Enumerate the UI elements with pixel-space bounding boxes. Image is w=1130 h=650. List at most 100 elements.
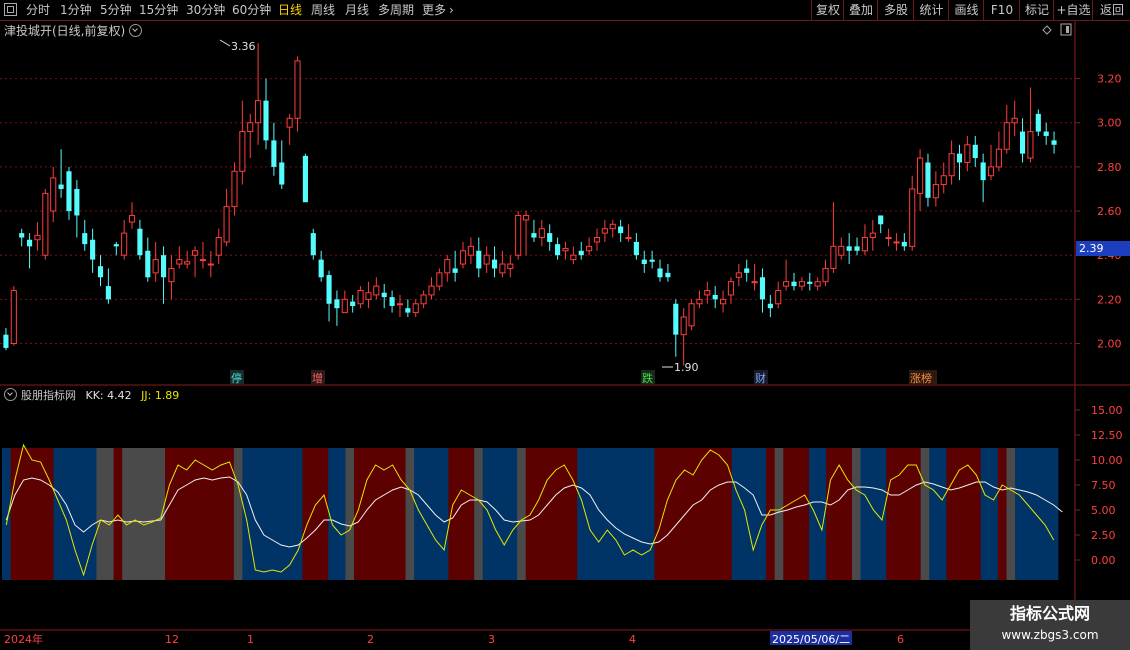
indicator-band: [637, 448, 647, 580]
candle: [712, 286, 718, 309]
indicator-band: [1032, 448, 1042, 580]
indicator-band: [19, 448, 29, 580]
candle: [814, 277, 821, 291]
candle: [168, 255, 175, 300]
candle: [436, 268, 443, 291]
candle: [1043, 122, 1049, 145]
diamond-icon[interactable]: [1042, 25, 1052, 35]
candle: [625, 224, 632, 242]
candle: [318, 250, 324, 282]
y-tick-label: 2.50: [1091, 529, 1116, 542]
candle: [310, 228, 316, 260]
candle: [113, 241, 119, 256]
event-label-finance[interactable]: 财: [755, 371, 766, 385]
candle: [271, 122, 277, 176]
candle: [389, 290, 395, 313]
indicator-band: [809, 448, 819, 580]
candle: [673, 299, 679, 357]
indicator-band: [216, 448, 226, 580]
indicator-band: [791, 448, 801, 580]
candle: [601, 219, 608, 242]
candle: [570, 246, 577, 265]
candle: [82, 219, 88, 251]
candle: [350, 294, 356, 313]
event-label-drop[interactable]: 跌: [642, 371, 653, 385]
candle: [247, 113, 254, 159]
indicator-band: [87, 448, 97, 580]
indicator-band: [147, 448, 157, 580]
candle: [176, 246, 183, 269]
date-label-mar: 3: [488, 633, 495, 646]
candle: [34, 222, 41, 251]
indicator-band: [585, 448, 595, 580]
candle: [19, 228, 25, 247]
indicator-band: [740, 448, 750, 580]
candle: [688, 299, 695, 331]
indicator-band: [414, 448, 424, 580]
indicator-band: [499, 448, 509, 580]
indicator-band: [654, 448, 664, 580]
candle: [878, 215, 884, 234]
candle: [145, 237, 151, 282]
candle: [775, 281, 782, 309]
high-price-label: 3.36: [231, 40, 256, 53]
candle: [27, 233, 33, 269]
candle: [727, 277, 735, 304]
indicator-band: [723, 448, 733, 580]
candle: [547, 224, 553, 251]
indicator-band: [534, 448, 544, 580]
candle: [649, 250, 655, 269]
indicator-band: [929, 448, 939, 580]
date-label-jun: 6: [897, 633, 904, 646]
indicator-band: [946, 448, 956, 580]
candle: [137, 219, 143, 260]
candle: [476, 237, 482, 278]
candle: [917, 149, 924, 212]
candle: [444, 255, 451, 282]
indicator-band: [972, 448, 982, 580]
event-label-increase[interactable]: 增: [312, 371, 323, 385]
candle: [538, 219, 545, 247]
indicator-band: [611, 448, 621, 580]
date-label-apr: 4: [629, 633, 636, 646]
indicator-band: [2, 448, 11, 580]
candle: [97, 255, 104, 287]
candle: [618, 219, 624, 242]
event-label-gain-list[interactable]: 涨榜: [910, 371, 932, 385]
kk-value: KK: 4.42: [85, 389, 132, 402]
indicator-band: [225, 448, 235, 580]
candle: [459, 241, 467, 269]
indicator-band: [276, 448, 286, 580]
y-tick-label: 12.50: [1091, 429, 1123, 442]
candle: [412, 299, 419, 318]
candle: [128, 202, 136, 229]
candle: [657, 259, 663, 282]
event-label-suspend[interactable]: 停: [231, 371, 242, 385]
candle: [838, 237, 845, 260]
indicator-band: [860, 448, 870, 580]
main-y-axis: 3.203.002.802.602.402.202.00: [1075, 73, 1122, 351]
indicator-band: [96, 448, 106, 580]
candle: [759, 268, 766, 313]
indicator-band: [1040, 448, 1050, 580]
indicator-band: [774, 448, 784, 580]
date-axis: 2024年 12 1 2 3 4 2025/05/06/二 6: [4, 631, 904, 646]
y-tick-label: 15.00: [1091, 404, 1123, 417]
indicator-band: [130, 448, 140, 580]
candle: [586, 237, 593, 256]
candle: [751, 264, 758, 291]
indicator-band: [568, 448, 578, 580]
y-tick-label: 10.00: [1091, 454, 1123, 467]
indicator-band: [843, 448, 853, 580]
candle: [925, 153, 931, 207]
indicator-band: [800, 448, 810, 580]
chevron-down-icon[interactable]: [4, 388, 17, 401]
candle: [696, 290, 703, 309]
price-annotations: 3.36 1.90: [219, 39, 699, 374]
indicator-band: [354, 448, 363, 580]
event-markers: 停 增 跌 财 涨榜: [230, 370, 937, 385]
candle: [893, 233, 900, 251]
candle: [885, 228, 892, 247]
candle: [420, 290, 427, 309]
candle: [1003, 105, 1010, 154]
